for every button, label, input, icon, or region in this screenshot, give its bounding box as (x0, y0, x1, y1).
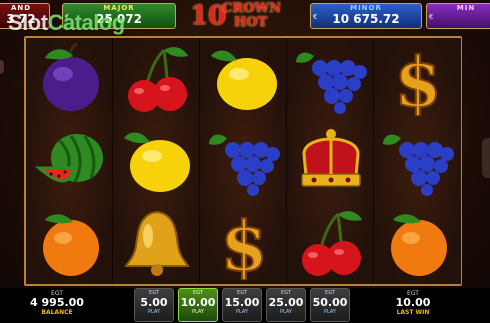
bet-play-label: PLAY (279, 309, 292, 315)
balance-display: EGT 4 995.00 BALANCE (24, 290, 90, 317)
reel-2 (113, 38, 200, 284)
watermark-slot: Slot (8, 10, 48, 35)
bet-value: 5.00 (140, 296, 168, 309)
lemon-icon (123, 132, 190, 192)
bet-button-15[interactable]: EGT 15.00 PLAY (222, 288, 262, 322)
watermelon-icon (34, 134, 103, 183)
grapes-icon (208, 134, 280, 196)
menu-arrow-button[interactable] (482, 138, 490, 178)
bet-button-50[interactable]: EGT 50.00 PLAY (310, 288, 350, 322)
dollar-icon: $ (393, 42, 442, 116)
symbol-watermelon (26, 120, 113, 202)
bet-button-5[interactable]: EGT 5.00 PLAY (134, 288, 174, 322)
orange-icon (390, 214, 447, 276)
watermark-catalog: Catalog (47, 10, 126, 35)
cherries-icon (127, 47, 188, 112)
left-edge-tab (0, 60, 4, 74)
symbol-lemon (113, 120, 200, 202)
bottom-bar: EGT 4 995.00 BALANCE EGT 5.00 PLAY EGT 1… (0, 288, 490, 323)
bet-play-label: PLAY (147, 309, 160, 315)
symbol-grapes (374, 120, 461, 202)
svg-text:$: $ (394, 43, 441, 116)
bet-value: 10.00 (180, 296, 216, 309)
grapes-icon (295, 52, 367, 114)
svg-text:$: $ (220, 207, 267, 280)
orange-icon (42, 214, 99, 276)
jackpot-minor: € MINOR 10 675.72 (310, 3, 422, 29)
bet-value: 15.00 (224, 296, 260, 309)
reel-5: $ (374, 38, 461, 284)
crown-icon (300, 129, 361, 187)
symbol-grapes (200, 120, 287, 202)
bet-play-label: PLAY (235, 309, 248, 315)
game-logo: 10 CROWN HOT (182, 0, 306, 34)
symbol-bell (113, 202, 200, 284)
watermark: SlotCatalog (8, 10, 125, 36)
symbol-cherries (113, 38, 200, 120)
reel-4 (287, 38, 374, 284)
symbol-dollar: $ (374, 38, 461, 120)
bell-icon (123, 210, 190, 276)
plum-icon (42, 42, 99, 111)
symbol-cherries (287, 202, 374, 284)
symbol-grapes (287, 38, 374, 120)
symbol-lemon (200, 38, 287, 120)
cherries-icon (301, 211, 362, 276)
logo-word-hot: HOT (234, 15, 268, 30)
last-win-display: EGT 10.00 LAST WIN (380, 290, 446, 317)
balance-label: BALANCE (41, 309, 73, 316)
balance-amount: 4 995.00 (30, 296, 84, 309)
symbol-plum (26, 38, 113, 120)
symbol-crown (287, 120, 374, 202)
jackpot-mini: € MIN (426, 3, 490, 29)
jackpot-mini-label: MIN (456, 4, 476, 12)
game-screen: AND 3 72 € MAJOR 25 072 10 CROWN HOT € M… (0, 0, 490, 323)
logo-number: 10 (190, 1, 227, 31)
symbol-orange (374, 202, 461, 284)
grapes-icon (382, 134, 454, 196)
bet-value: 50.00 (312, 296, 348, 309)
reel-1 (26, 38, 113, 284)
last-win-label: LAST WIN (396, 309, 430, 316)
reel-3: $ (200, 38, 287, 284)
bet-play-label: PLAY (323, 309, 336, 315)
symbol-orange (26, 202, 113, 284)
symbol-dollar: $ (200, 202, 287, 284)
bet-play-label: PLAY (191, 309, 204, 315)
jackpot-minor-value: 10 675.72 (332, 12, 400, 26)
bet-value: 25.00 (268, 296, 304, 309)
jackpot-minor-label: MINOR (350, 4, 382, 12)
last-win-amount: 10.00 (395, 296, 431, 309)
lemon-icon (210, 50, 277, 110)
logo-word-crown: CROWN (222, 1, 281, 16)
reels-area: $ $ (24, 36, 462, 286)
bet-button-10[interactable]: EGT 10.00 PLAY (178, 288, 218, 322)
bet-button-25[interactable]: EGT 25.00 PLAY (266, 288, 306, 322)
jackpot-mini-currency: € (429, 13, 434, 21)
dollar-icon: $ (219, 206, 268, 280)
